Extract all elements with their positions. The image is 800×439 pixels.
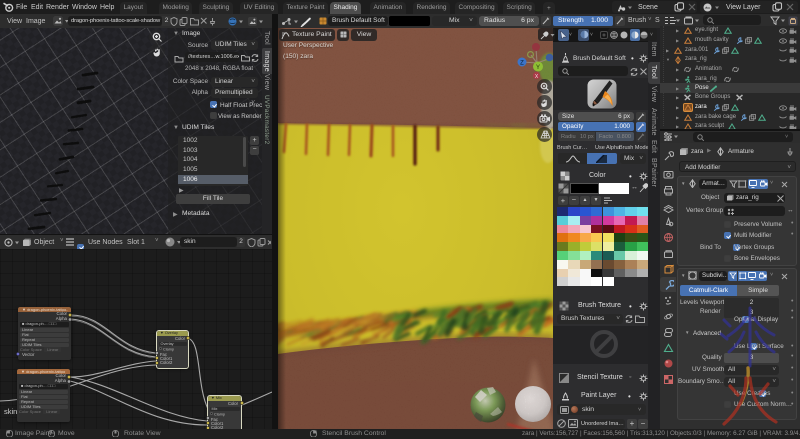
svg-text:Z: Z [520, 61, 524, 67]
svg-text:Y: Y [536, 65, 540, 71]
